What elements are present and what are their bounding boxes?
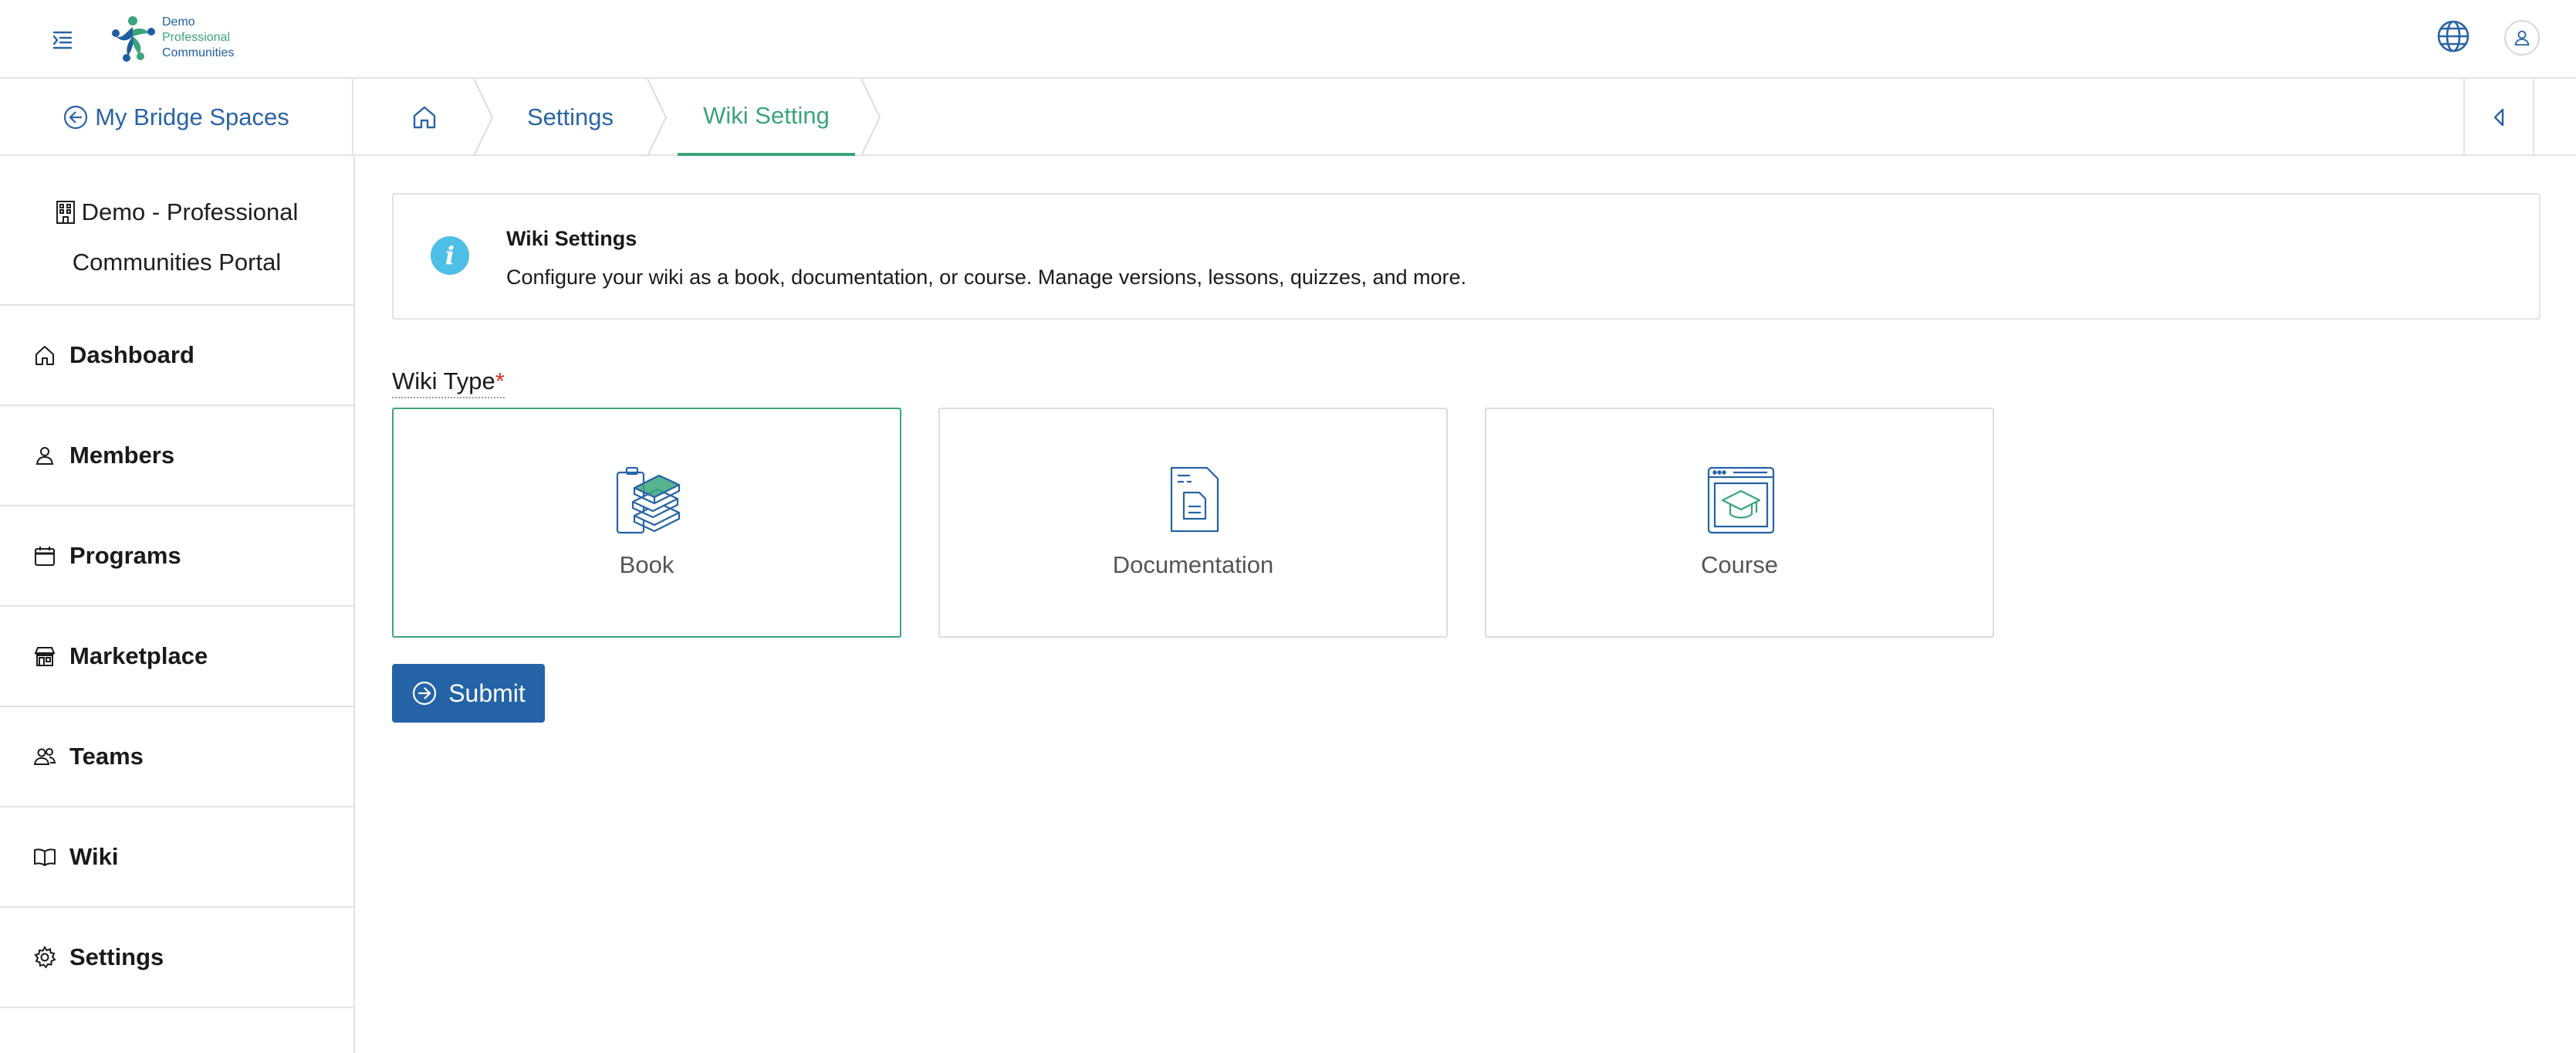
graduation-cap-icon [1707, 466, 1775, 534]
calendar-icon [35, 547, 55, 566]
wiki-type-option-label: Course [1701, 551, 1778, 578]
logo-mark-icon [112, 16, 155, 62]
back-link-label: My Bridge Spaces [95, 103, 289, 130]
sidebar-item-dashboard[interactable]: Dashboard [0, 306, 353, 406]
logo-line-3: Communities [162, 46, 235, 59]
wiki-type-label: Wiki Type* [392, 367, 505, 398]
logo-line-1: Demo [162, 15, 195, 29]
sidebar-item-label: Settings [69, 943, 164, 970]
building-icon [56, 200, 75, 224]
sidebar-item-label: Wiki [69, 843, 119, 870]
wiki-type-label-text: Wiki Type [392, 367, 495, 394]
submit-button[interactable]: Submit [392, 664, 545, 723]
portal-name-line-2: Communities Portal [72, 249, 282, 276]
globe-icon[interactable] [2436, 19, 2471, 54]
caret-left-icon [2493, 108, 2504, 127]
logo-line-2: Professional [162, 31, 231, 44]
arrow-right-circle-icon [413, 681, 437, 706]
sidebar-item-wiki[interactable]: Wiki [0, 808, 353, 908]
sidebar-item-label: Teams [69, 743, 144, 770]
info-description: Configure your wiki as a book, documenta… [506, 266, 1467, 289]
arrow-left-circle-icon [64, 105, 88, 130]
collapse-panel-button[interactable] [2463, 79, 2534, 156]
sidebar: Demo - Professional Communities Portal D… [0, 156, 355, 1053]
breadcrumb-separator [473, 79, 494, 156]
store-icon [34, 647, 56, 666]
portal-name-line-1: Demo - Professional [81, 198, 299, 225]
sidebar-item-settings[interactable]: Settings [0, 908, 353, 1008]
wiki-type-option-course[interactable]: Course [1485, 408, 1994, 638]
info-icon: i [431, 236, 469, 275]
document-icon [1170, 466, 1219, 533]
books-icon [616, 466, 681, 534]
breadcrumb-wiki-setting[interactable]: Wiki Setting [678, 79, 855, 156]
logo-text: Demo Professional Communities [162, 15, 234, 61]
user-icon [2514, 30, 2530, 46]
breadcrumb-separator [860, 79, 881, 156]
top-header: Demo Professional Communities [0, 0, 2576, 79]
book-open-icon [34, 848, 56, 866]
user-menu-button[interactable] [2504, 20, 2540, 56]
breadcrumb-home-icon[interactable] [409, 102, 440, 133]
sidebar-item-label: Members [69, 442, 175, 469]
required-mark: * [495, 367, 505, 394]
wiki-type-option-documentation[interactable]: Documentation [938, 408, 1448, 638]
menu-indent-icon[interactable] [49, 26, 76, 52]
user-icon [35, 447, 54, 465]
portal-name: Demo - Professional Communities Portal [0, 156, 353, 306]
info-title: Wiki Settings [506, 227, 637, 250]
breadcrumb-settings[interactable]: Settings [527, 79, 614, 156]
users-icon [33, 748, 56, 765]
gear-icon [34, 946, 56, 969]
wiki-type-option-label: Book [619, 551, 674, 578]
sidebar-item-teams[interactable]: Teams [0, 707, 353, 808]
sidebar-item-label: Programs [69, 542, 181, 569]
breadcrumb-separator [647, 79, 668, 156]
sidebar-item-members[interactable]: Members [0, 406, 353, 506]
wiki-type-option-book[interactable]: Book [392, 408, 901, 638]
breadcrumb: My Bridge Spaces Settings Wiki Setting [0, 79, 2576, 156]
sidebar-item-programs[interactable]: Programs [0, 506, 353, 607]
sidebar-item-marketplace[interactable]: Marketplace [0, 607, 353, 707]
sidebar-item-label: Dashboard [69, 341, 194, 368]
info-banner: i Wiki Settings Configure your wiki as a… [392, 193, 2541, 320]
brand-logo[interactable]: Demo Professional Communities [108, 11, 239, 65]
home-icon [35, 346, 54, 365]
sidebar-item-label: Marketplace [69, 642, 208, 669]
submit-label: Submit [448, 679, 526, 707]
back-to-bridge-spaces-link[interactable]: My Bridge Spaces [0, 79, 353, 156]
wiki-type-option-label: Documentation [1112, 551, 1274, 578]
